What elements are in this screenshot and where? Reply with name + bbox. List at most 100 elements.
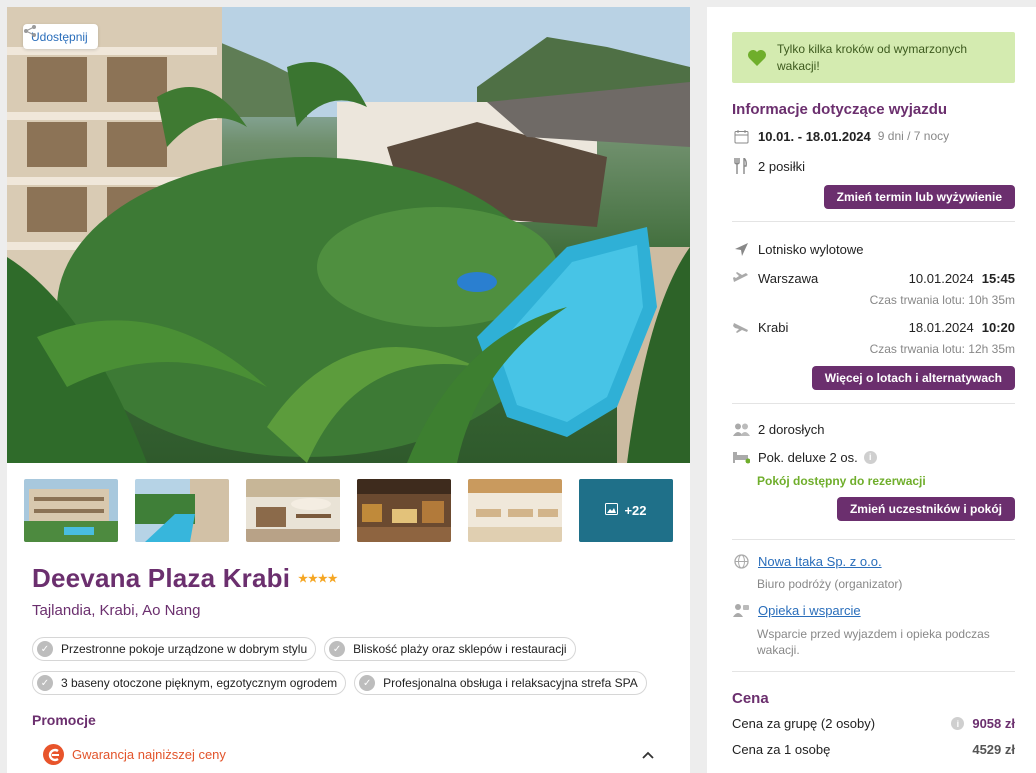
inbound-flight-row: Krabi 18.01.2024 10:20 <box>732 318 1015 336</box>
group-price-row: Cena za grupę (2 osoby) i 9058 zł <box>732 716 1015 731</box>
info-icon[interactable]: i <box>951 717 965 730</box>
group-price-value: 9058 zł <box>972 716 1015 731</box>
check-icon: ✓ <box>329 641 346 657</box>
change-dates-button[interactable]: Zmień termin lub wyżywienie <box>823 185 1015 209</box>
more-flights-button[interactable]: Więcej o lotach i alternatywach <box>811 366 1015 390</box>
more-photos-count: +22 <box>624 503 647 518</box>
room-availability: Pokój dostępny do rezerwacji <box>757 474 926 488</box>
thumbnail-pool[interactable] <box>135 479 229 542</box>
thumbnail-strip: +22 <box>24 479 673 542</box>
support-icon <box>732 601 750 619</box>
trip-info-section: Informacje dotyczące wyjazdu 10.01. - 18… <box>732 101 1015 209</box>
navigation-arrow-icon <box>732 240 750 258</box>
departure-airport-title: Lotnisko wylotowe <box>758 241 864 257</box>
share-label: Udostępnij <box>31 29 88 44</box>
trip-duration: 9 dni / 7 nocy <box>877 129 950 143</box>
outbound-date: 10.01.2024 <box>908 270 974 286</box>
inbound-date: 18.01.2024 <box>908 319 974 335</box>
hotel-features: ✓ Przestronne pokoje urządzone w dobrym s… <box>32 637 672 695</box>
globe-icon <box>732 552 750 570</box>
promotions-title: Promocje <box>32 712 96 728</box>
participants-section: 2 dorosłych Pok. deluxe 2 os. i Pokój do… <box>732 420 1015 521</box>
price-title: Cena <box>732 690 769 707</box>
inbound-city: Krabi <box>758 319 789 335</box>
trip-dates: 10.01. - 18.01.2024 <box>758 128 871 144</box>
inbound-duration: Czas trwania lotu: 12h 35m <box>869 342 1015 356</box>
thumbnail-image <box>135 479 229 542</box>
support-text: Wsparcie przed wyjazdem i opieka podczas… <box>757 627 990 657</box>
bed-icon <box>732 448 750 466</box>
booking-sidebar: Tylko kilka kroków od wymarzonych wakacj… <box>707 7 1036 773</box>
share-icon <box>24 25 36 37</box>
room-row: Pok. deluxe 2 os. i <box>732 448 1015 466</box>
plane-landing-icon <box>732 318 750 336</box>
outbound-time: 15:45 <box>981 270 1015 286</box>
feature-chip: ✓ Przestronne pokoje urządzone w dobrym s… <box>32 637 317 661</box>
feature-text: Bliskość plaży oraz sklepów i restauracj… <box>353 642 567 656</box>
hotel-stars: ★★★★ <box>298 573 338 585</box>
organizer-link[interactable]: Nowa Itaka Sp. z o.o. <box>758 554 882 569</box>
cutlery-icon <box>732 157 750 175</box>
check-icon: ✓ <box>37 641 53 657</box>
departure-airport-row: Lotnisko wylotowe <box>732 240 1015 258</box>
inbound-time: 10:20 <box>981 319 1015 335</box>
hotel-name: Deevana Plaza Krabi <box>32 563 291 593</box>
thumbnail-image <box>24 479 118 542</box>
outbound-duration: Czas trwania lotu: 10h 35m <box>869 293 1015 307</box>
thumbnail-hotel-building[interactable] <box>24 479 118 542</box>
group-price-label: Cena za grupę (2 osoby) <box>732 716 876 731</box>
people-icon <box>732 420 750 438</box>
feature-chip: ✓ Bliskość plaży oraz sklepów i restaurac… <box>324 637 576 661</box>
plane-takeoff-icon <box>732 269 750 287</box>
feature-text: Przestronne pokoje urządzone w dobrym st… <box>61 642 308 656</box>
support-link[interactable]: Opieka i wsparcie <box>758 603 861 618</box>
flights-section: Lotnisko wylotowe Warszawa 10.01.2024 15… <box>732 240 1015 390</box>
info-icon[interactable]: i <box>863 450 877 464</box>
room-type: Pok. deluxe 2 os. <box>758 449 858 465</box>
organizer-role: Biuro podróży (organizator) <box>757 577 903 591</box>
divider <box>732 539 1015 540</box>
check-icon: ✓ <box>37 675 53 691</box>
adults-count: 2 dorosłych <box>758 421 825 437</box>
feature-chip: ✓ Profesjonalna obsługa i relaksacyjna st… <box>354 671 647 695</box>
meals-text: 2 posiłki <box>758 158 805 174</box>
chevron-up-icon[interactable] <box>641 748 655 762</box>
organizer-section: Nowa Itaka Sp. z o.o. Biuro podróży (org… <box>732 552 1015 658</box>
hotel-location: Tajlandia, Krabi, Ao Nang <box>32 602 201 619</box>
person-price-row: Cena za 1 osobę 4529 zł <box>732 742 1015 757</box>
thumbnail-more-photos[interactable]: +22 <box>579 479 673 542</box>
share-button[interactable]: Udostępnij <box>23 24 98 49</box>
lowest-price-logo-icon <box>43 744 64 765</box>
encouragement-banner: Tylko kilka kroków od wymarzonych wakacj… <box>732 32 1015 83</box>
outbound-flight-row: Warszawa 10.01.2024 15:45 <box>732 269 1015 287</box>
hotel-title: Deevana Plaza Krabi ★★★★ <box>32 563 338 594</box>
change-participants-button[interactable]: Zmień uczestników i pokój <box>836 497 1015 521</box>
support-row: Opieka i wsparcie <box>732 601 1015 619</box>
banner-text: Tylko kilka kroków od wymarzonych wakacj… <box>777 41 968 73</box>
trip-info-title: Informacje dotyczące wyjazdu <box>732 101 948 118</box>
check-icon: ✓ <box>359 675 376 691</box>
feature-chip: ✓ 3 baseny otoczone pięknym, egzotycznym … <box>32 671 347 695</box>
outbound-city: Warszawa <box>758 270 819 286</box>
thumbnail-image <box>357 479 451 542</box>
gallery-icon <box>605 503 619 518</box>
person-price-value: 4529 zł <box>972 742 1015 757</box>
thumbnail-image <box>468 479 562 542</box>
heart-icon <box>748 49 766 66</box>
thumbnail-restaurant[interactable] <box>357 479 451 542</box>
trip-dates-row: 10.01. - 18.01.2024 9 dni / 7 nocy <box>732 127 1015 145</box>
hotel-photo-illustration <box>7 7 690 463</box>
feature-text: 3 baseny otoczone pięknym, egzotycznym o… <box>61 676 338 690</box>
thumbnail-bar[interactable] <box>246 479 340 542</box>
feature-text: Profesjonalna obsługa i relaksacyjna str… <box>383 676 638 690</box>
thumbnail-dining-room[interactable] <box>468 479 562 542</box>
promotion-label: Gwarancja najniższej ceny <box>72 747 226 762</box>
divider <box>732 221 1015 222</box>
divider <box>732 403 1015 404</box>
price-section: Cena Cena za grupę (2 osoby) i 9058 zł C… <box>732 690 1015 757</box>
divider <box>732 671 1015 672</box>
thumbnail-image <box>246 479 340 542</box>
promotion-item[interactable]: Gwarancja najniższej ceny <box>43 744 655 765</box>
adults-row: 2 dorosłych <box>732 420 1015 438</box>
hotel-main-photo[interactable]: Udostępnij <box>7 7 690 463</box>
